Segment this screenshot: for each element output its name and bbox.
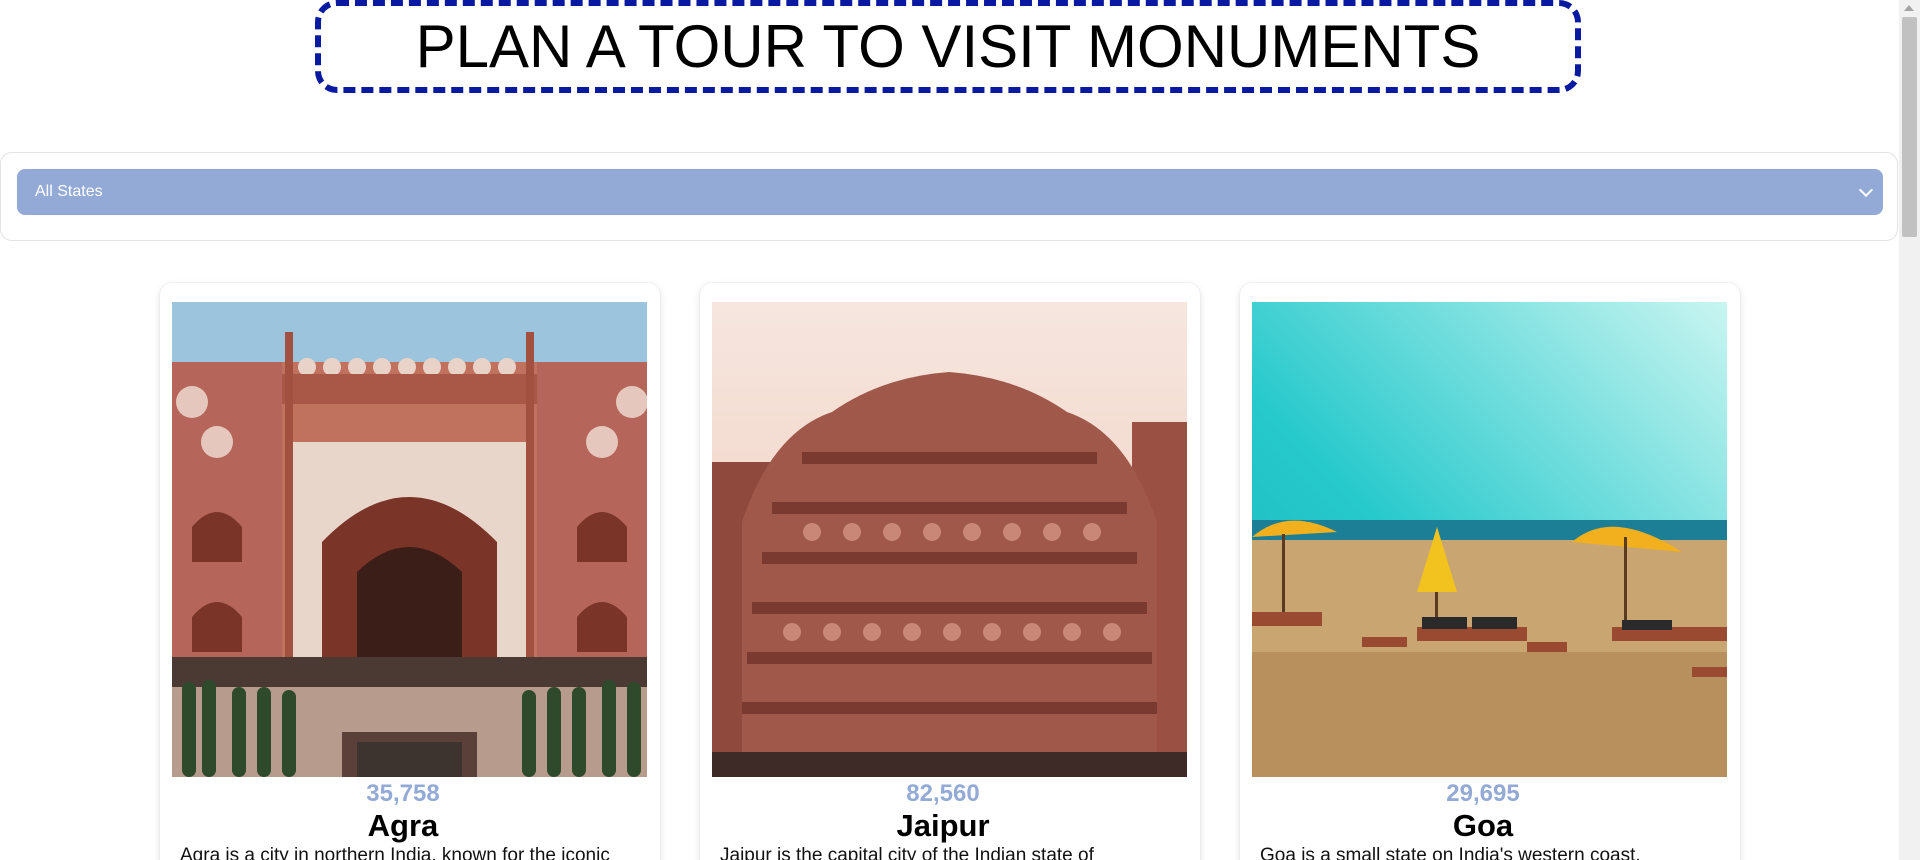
city-card-agra[interactable]: 35,758 Agra Agra is a city in northern I… bbox=[160, 283, 660, 860]
city-name: Jaipur bbox=[896, 808, 990, 843]
visitor-count: 82,560 bbox=[906, 780, 980, 807]
goa-beach-photo bbox=[1252, 302, 1727, 777]
city-card-goa[interactable]: 29,695 Goa Goa is a small state on India… bbox=[1240, 283, 1740, 860]
city-name: Goa bbox=[1452, 808, 1514, 843]
scroll-up-arrow-icon[interactable] bbox=[1904, 5, 1914, 11]
city-description: Agra is a city in northern India, known … bbox=[180, 845, 610, 860]
city-card-jaipur[interactable]: 82,560 Jaipur Jaipur is the capital city… bbox=[700, 283, 1200, 860]
chevron-down-icon bbox=[1858, 182, 1874, 198]
visitor-count: 35,758 bbox=[366, 780, 440, 807]
scrollbar-thumb[interactable] bbox=[1902, 17, 1917, 237]
city-name: Agra bbox=[367, 808, 439, 843]
visitor-count: 29,695 bbox=[1446, 780, 1520, 807]
page: PLAN A TOUR TO VISIT MONUMENTS All State… bbox=[0, 0, 1899, 860]
vertical-scrollbar[interactable] bbox=[1899, 0, 1920, 860]
state-select-value: All States bbox=[35, 183, 103, 200]
agra-gate-photo bbox=[172, 302, 647, 777]
city-description: Goa is a small state on India's western … bbox=[1260, 845, 1641, 860]
filter-panel: All States bbox=[0, 152, 1898, 241]
state-select[interactable]: All States bbox=[17, 169, 1883, 215]
page-title: PLAN A TOUR TO VISIT MONUMENTS bbox=[415, 12, 1481, 80]
city-description: Jaipur is the capital city of the Indian… bbox=[720, 845, 1094, 860]
title-banner: PLAN A TOUR TO VISIT MONUMENTS bbox=[315, 0, 1581, 93]
jaipur-hawa-mahal-photo bbox=[712, 302, 1187, 777]
